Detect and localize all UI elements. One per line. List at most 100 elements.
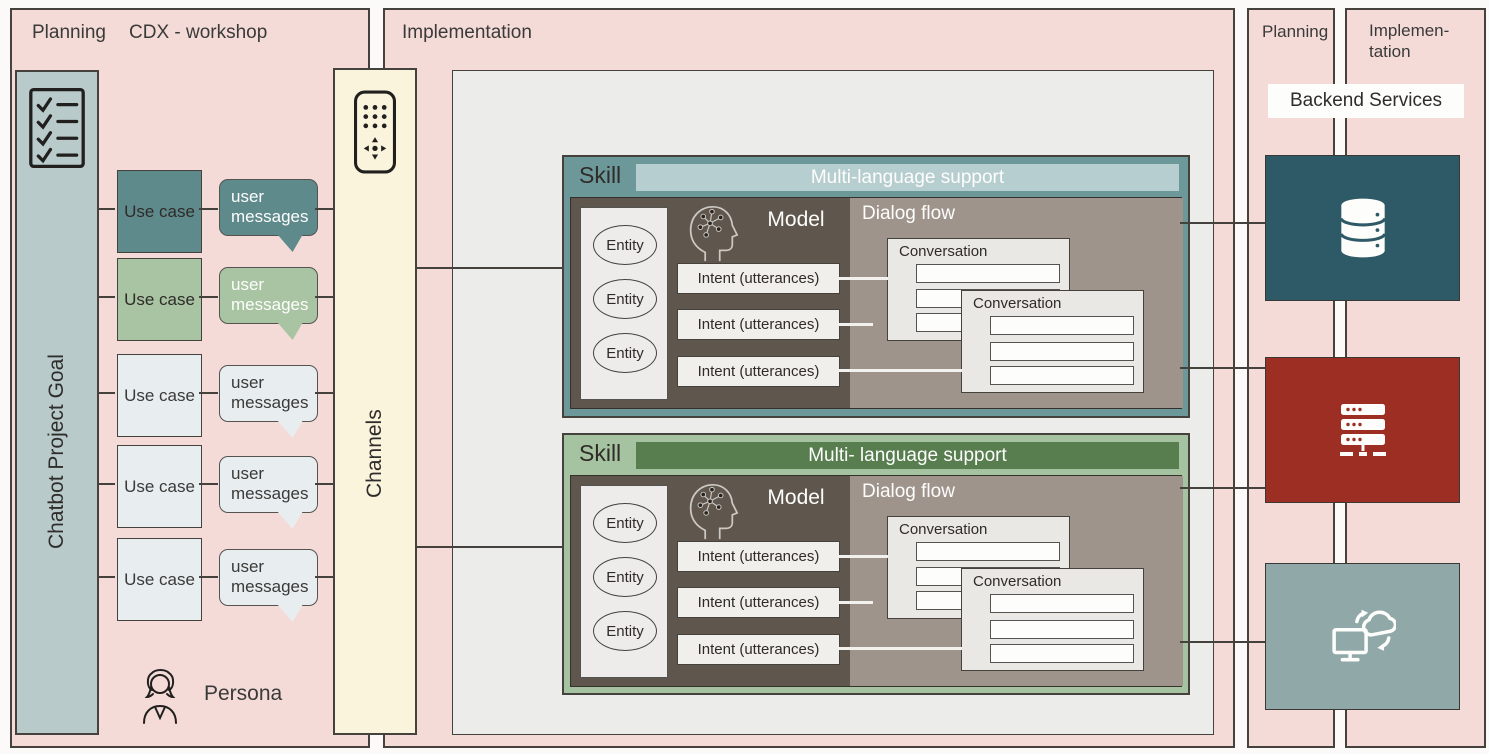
entity-strip: Entity Entity Entity [580, 207, 668, 400]
connector-line [199, 296, 218, 298]
conversation-bar [916, 264, 1060, 283]
intent-box: Intent (utterances) [677, 634, 840, 665]
intent-conversation-link [837, 277, 888, 280]
brain-circuit-icon [681, 479, 741, 541]
channels-bar: Channels [333, 68, 417, 735]
persona-label: Persona [204, 682, 282, 706]
channels-skill-link [417, 267, 562, 269]
intent-box: Intent (utterances) [677, 356, 840, 387]
use-case-box-4: Use case [117, 445, 202, 528]
entity-oval: Entity [593, 225, 657, 265]
server-icon [1333, 400, 1393, 460]
conversation-bar [990, 342, 1134, 361]
model-label: Model [746, 208, 846, 232]
bubble-text: user messages [231, 187, 308, 226]
database-icon [1332, 196, 1394, 260]
connector-line [199, 576, 218, 578]
backend-services-label: Backend Services [1268, 84, 1464, 118]
bubble-text: user messages [231, 275, 308, 314]
backend-service-server [1265, 357, 1460, 503]
connector-line [315, 576, 334, 578]
model-label: Model [746, 486, 846, 510]
bubble-tail [277, 604, 303, 622]
connector-line [97, 296, 115, 298]
bubble-tail [277, 420, 303, 438]
user-messages-bubble-4: user messages [219, 456, 318, 513]
connector-line [199, 208, 218, 210]
connector-line [315, 208, 334, 210]
skill-backend-link [1180, 487, 1265, 489]
connector-line [315, 392, 334, 394]
entity-oval: Entity [593, 503, 657, 543]
connector-line [315, 296, 334, 298]
entity-oval: Entity [593, 611, 657, 651]
implementation-header: Implementation [402, 22, 532, 44]
persona-icon [138, 665, 182, 727]
connector-line [97, 392, 115, 394]
user-messages-bubble-1: user messages [219, 179, 318, 236]
brain-circuit-icon [681, 201, 741, 263]
channels-label: Channels [363, 174, 387, 733]
conversation-label: Conversation [899, 243, 987, 260]
skill-backend-link [1180, 222, 1265, 224]
bubble-tail [277, 322, 303, 340]
bubble-tail [277, 511, 303, 529]
connector-line [199, 483, 218, 485]
use-case-box-1: Use case [117, 170, 202, 253]
conversation-bar [990, 366, 1134, 385]
checklist-icon [28, 86, 86, 170]
intent-box: Intent (utterances) [677, 587, 840, 618]
connector-line [315, 483, 334, 485]
cdx-workshop-header: CDX - workshop [129, 22, 267, 44]
intent-conversation-link [837, 323, 873, 326]
user-messages-bubble-5: user messages [219, 549, 318, 606]
bubble-tail [277, 234, 303, 252]
channels-icon [353, 90, 397, 174]
right-implementation-header: Implemen- tation [1369, 20, 1449, 63]
diagram-canvas: Planning CDX - workshop Chatbot Project … [0, 0, 1489, 754]
skill-backend-link [1180, 367, 1265, 369]
conversation-bar [990, 594, 1134, 613]
conversation-label: Conversation [973, 295, 1061, 312]
intent-conversation-link [837, 601, 873, 604]
skill-title: Skill [579, 162, 621, 189]
entity-oval: Entity [593, 279, 657, 319]
model-container: Entity Entity Entity Model Intent (utter [570, 197, 1182, 409]
backend-service-database [1265, 155, 1460, 301]
model-container: Entity Entity Entity Model Intent (utter [570, 475, 1182, 687]
bubble-text: user messages [231, 557, 308, 596]
intent-conversation-link [837, 647, 962, 650]
channels-skill-link [417, 546, 562, 548]
connector-line [97, 576, 115, 578]
user-messages-bubble-2: user messages [219, 267, 318, 324]
use-case-box-3: Use case [117, 354, 202, 437]
use-case-box-2: Use case [117, 258, 202, 341]
dialog-flow-label: Dialog flow [862, 203, 955, 225]
intent-conversation-link [837, 369, 962, 372]
conversation-bar [990, 620, 1134, 639]
dialog-flow-label: Dialog flow [862, 481, 955, 503]
conversation-label: Conversation [973, 573, 1061, 590]
skill-backend-link [1180, 641, 1265, 643]
conversation-bar [990, 316, 1134, 335]
skill-title: Skill [579, 440, 621, 467]
conversation-box-2: Conversation [961, 568, 1144, 671]
skill-box-2: Skill Multi- language support Entity Ent… [562, 433, 1190, 695]
entity-oval: Entity [593, 557, 657, 597]
conversation-bar [916, 542, 1060, 561]
intent-box: Intent (utterances) [677, 263, 840, 294]
planning-workshop-panel: Planning CDX - workshop Chatbot Project … [10, 8, 370, 748]
bubble-text: user messages [231, 373, 308, 412]
conversation-label: Conversation [899, 521, 987, 538]
bubble-text: user messages [231, 464, 308, 503]
conversation-box-2: Conversation [961, 290, 1144, 393]
entity-strip: Entity Entity Entity [580, 485, 668, 678]
language-support-banner: Multi- language support [636, 442, 1179, 469]
backend-service-cloud [1265, 563, 1460, 710]
intent-box: Intent (utterances) [677, 541, 840, 572]
user-messages-bubble-3: user messages [219, 365, 318, 422]
connector-line [97, 483, 115, 485]
dialog-flow-area: Dialog flow Conversation Conversation [850, 476, 1183, 686]
intent-box: Intent (utterances) [677, 309, 840, 340]
connector-line [199, 392, 218, 394]
